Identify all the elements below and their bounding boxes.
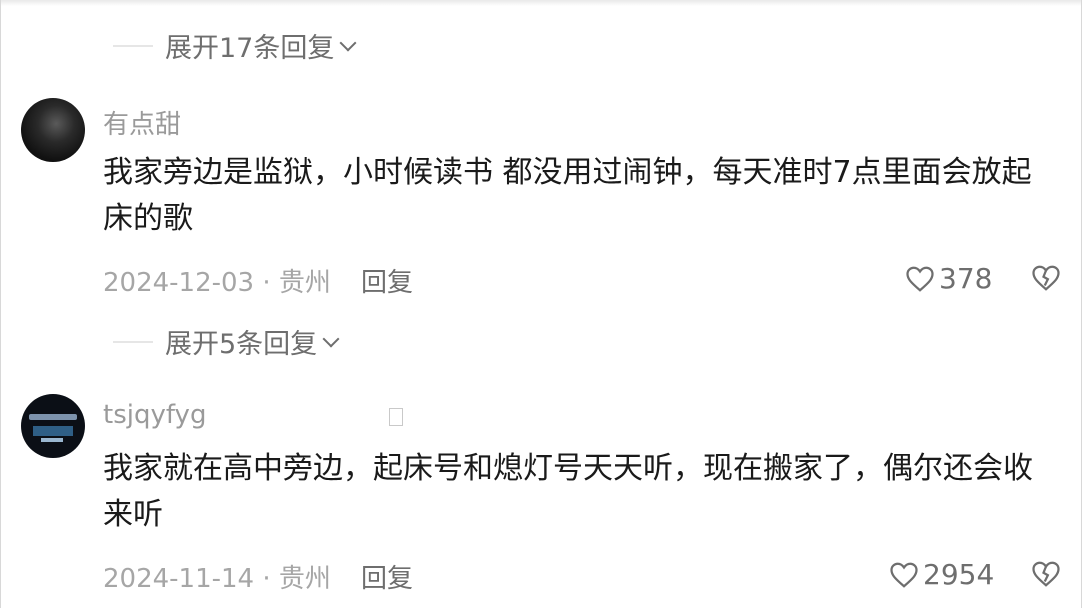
divider-line: [113, 340, 153, 343]
chevron-down-icon: [339, 34, 357, 51]
comment-text: 我家就在高中旁边，起床号和熄灯号天天听，现在搬家了，偶尔还会收来听: [103, 451, 1033, 532]
reply-button[interactable]: 回复: [361, 262, 413, 299]
divider-line: [113, 44, 153, 47]
expand-replies-button[interactable]: 展开17条回复: [113, 26, 357, 65]
like-count: 378: [939, 262, 993, 295]
heart-icon: [890, 562, 918, 588]
dislike-button[interactable]: [1031, 264, 1061, 296]
user-badge-icon: [389, 408, 403, 426]
expand-replies-button[interactable]: 展开5条回复: [113, 322, 340, 361]
reply-button[interactable]: 回复: [361, 558, 413, 595]
expand-replies-label: 展开17条回复: [165, 33, 335, 64]
avatar[interactable]: [21, 394, 85, 458]
scroll-edge: [1, 0, 1081, 6]
broken-heart-icon: [1032, 265, 1060, 291]
chevron-down-icon: [322, 330, 340, 347]
like-button[interactable]: 2954: [889, 558, 994, 591]
heart-icon: [906, 266, 934, 292]
like-count: 2954: [923, 558, 995, 591]
comment-meta: 2024-11-14 · 贵州: [103, 564, 331, 594]
username[interactable]: tsjqyfyg: [103, 400, 206, 430]
like-button[interactable]: 378: [905, 262, 992, 295]
broken-heart-icon: [1032, 561, 1060, 587]
expand-replies-label: 展开5条回复: [165, 329, 318, 360]
username[interactable]: 有点甜: [103, 104, 181, 141]
avatar[interactable]: [21, 98, 85, 162]
comment-text: 我家旁边是监狱，小时候读书 都没用过闹钟，每天准时7点里面会放起床的歌: [103, 155, 1032, 236]
dislike-button[interactable]: [1031, 560, 1061, 592]
comment-meta: 2024-12-03 · 贵州: [103, 268, 331, 298]
